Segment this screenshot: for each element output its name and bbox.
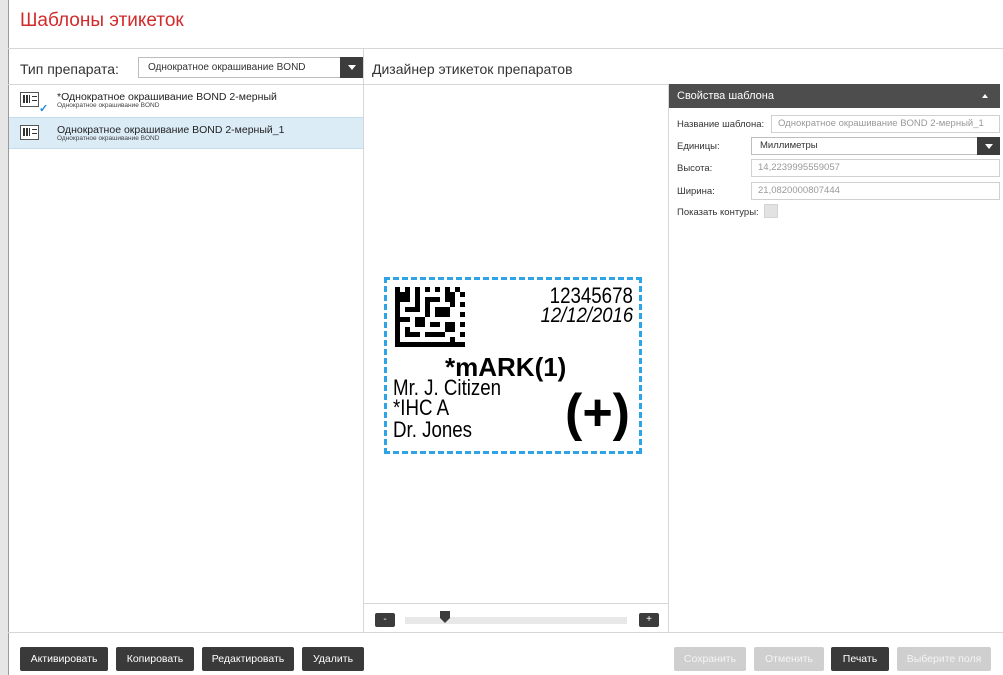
template-list-item[interactable]: ✓ *Однократное окрашивание BOND 2-мерный… bbox=[9, 85, 363, 117]
height-label: Высота: bbox=[677, 163, 713, 174]
left-pane-divider bbox=[363, 48, 364, 632]
template-list-item-selected[interactable]: Однократное окрашивание BOND 2-мерный_1 … bbox=[9, 117, 363, 149]
template-properties-header[interactable]: Свойства шаблона bbox=[669, 84, 1000, 108]
template-name-field[interactable]: Однократное окрашивание BOND 2-мерный_1 bbox=[771, 115, 1000, 133]
show-outlines-label: Показать контуры: bbox=[677, 207, 759, 218]
save-button[interactable]: Сохранить bbox=[674, 647, 746, 671]
right-pane-divider bbox=[668, 84, 669, 632]
datamatrix-barcode[interactable] bbox=[395, 286, 465, 348]
template-type: Однократное окрашивание BOND bbox=[57, 135, 160, 142]
width-field[interactable]: 21,0820000807444 bbox=[751, 182, 1000, 200]
template-name-label: Название шаблона: bbox=[677, 119, 765, 130]
properties-title: Свойства шаблона bbox=[677, 90, 774, 102]
label-date[interactable]: 12/12/2016 bbox=[541, 304, 633, 328]
zoom-out-button[interactable]: - bbox=[375, 613, 395, 627]
slide-type-value: Однократное окрашивание BOND bbox=[148, 62, 306, 73]
page-title: Шаблоны этикеток bbox=[20, 10, 184, 31]
units-label: Единицы: bbox=[677, 141, 720, 152]
print-button[interactable]: Печать bbox=[831, 647, 889, 671]
active-check-icon: ✓ bbox=[39, 103, 49, 115]
slide-type-select[interactable]: Однократное окрашивание BOND bbox=[138, 57, 363, 78]
units-select[interactable]: Миллиметры bbox=[751, 137, 1000, 155]
edit-button[interactable]: Редактировать bbox=[202, 647, 294, 671]
label-template-icon bbox=[20, 92, 39, 107]
units-value: Миллиметры bbox=[760, 140, 818, 151]
window-content: Шаблоны этикеток Тип препарата: Однократ… bbox=[8, 0, 1003, 675]
designer-title: Дизайнер этикеток препаратов bbox=[372, 61, 573, 77]
cancel-button[interactable]: Отменить bbox=[754, 647, 824, 671]
select-fields-button[interactable]: Выберите поля bbox=[897, 647, 991, 671]
activate-button[interactable]: Активировать bbox=[20, 647, 108, 671]
slide-type-label: Тип препарата: bbox=[20, 61, 119, 77]
chevron-down-icon[interactable] bbox=[340, 57, 363, 78]
chevron-down-icon[interactable] bbox=[977, 137, 1000, 155]
show-outlines-checkbox[interactable] bbox=[764, 204, 778, 218]
delete-button[interactable]: Удалить bbox=[302, 647, 364, 671]
footer-divider bbox=[8, 632, 1003, 633]
label-result[interactable]: (+) bbox=[565, 383, 630, 443]
zoom-slider-track[interactable] bbox=[405, 617, 627, 624]
zoom-slider-thumb[interactable] bbox=[440, 611, 450, 623]
title-divider bbox=[8, 48, 1003, 49]
label-preview[interactable]: 12345678 12/12/2016 *mARK(1) Mr. J. Citi… bbox=[384, 277, 642, 454]
label-template-icon bbox=[20, 125, 39, 140]
height-field[interactable]: 14,2239995559057 bbox=[751, 159, 1000, 177]
collapse-icon[interactable] bbox=[982, 94, 988, 98]
copy-button[interactable]: Копировать bbox=[116, 647, 194, 671]
width-label: Ширина: bbox=[677, 186, 715, 197]
zoom-divider bbox=[364, 603, 668, 604]
template-type: Однократное окрашивание BOND bbox=[57, 102, 160, 109]
label-doctor[interactable]: Dr. Jones bbox=[393, 417, 472, 443]
zoom-in-button[interactable]: + bbox=[639, 613, 659, 627]
